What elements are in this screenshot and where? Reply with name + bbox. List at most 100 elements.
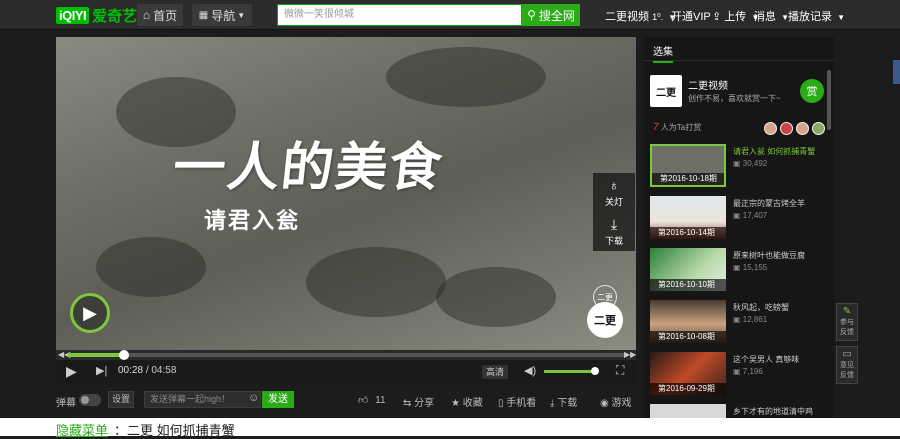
video-frame[interactable]: 一人的美食 请君入瓮 ♁ 关灯 ⤓ 下载 ▶ 二更 二更 [56,37,636,350]
feedback-label: 意见反馈 [840,362,854,379]
episode-title[interactable]: 秋风起，吃螃蟹 [733,302,789,313]
episode-thumbnail[interactable] [650,404,726,418]
episode-item[interactable]: 第2016-10-14期 最正宗的蒙古烤全羊 ▣ 17,407 [650,196,826,240]
messages-menu[interactable]: 消息 ▼ [754,8,789,24]
game-button[interactable]: ◉ 游戏 [600,394,632,409]
like-button[interactable]: 👍︎ 11 [358,394,386,406]
episode-title[interactable]: 这个吴男人 真够味 [733,354,799,365]
search-input[interactable]: 微微一笑很倾城 [277,4,522,26]
channel-card[interactable]: 二更 二更视频 创作不易，喜欢就赏一下~ 赏 [650,75,826,111]
progress-bar[interactable]: ◀◀ ▶▶ [56,350,636,360]
episode-thumbnail[interactable]: 第2016-10-14期 [650,196,726,239]
top-bar: iQIYI 爱奇艺 ⌂ 首页 ▦ 导航 ▼ 微微一笑很倾城 ⚲ 搜全网 二更视频… [0,0,900,30]
episode-view-count: 15,155 [742,263,768,272]
episode-title[interactable]: 最正宗的蒙古烤全羊 [733,198,805,209]
next-button[interactable]: ▶| [96,364,107,377]
phone-icon: ▯ [498,398,504,409]
episode-views: ▣ 7,196 [733,367,763,376]
favorite-button[interactable]: ★ 收藏 [451,394,483,409]
share-button[interactable]: ⇆ 分享 [403,394,434,409]
episode-date: 第2016-10-08期 [650,331,726,343]
star-icon: ★ [451,398,460,409]
channel-avatar[interactable]: 二更 [650,75,682,107]
danmu-send-button[interactable]: 发送 [262,391,294,408]
episode-item[interactable]: 乡下才有的地道清中鸡 [650,404,826,418]
danmu-settings-button[interactable]: 设置 [108,391,134,408]
upload-menu[interactable]: ⇪ 上传 ▼ [712,8,759,24]
hidden-menu-link[interactable]: 隐藏菜单 [56,420,108,439]
episode-item[interactable]: 第2016-10-18期 请君入瓮 如何抓捕青蟹 ▣ 30,492 [650,144,826,188]
play-icon: ▶ [83,302,97,323]
participate-label: 参与反馈 [840,319,854,336]
volume-fill [544,370,596,373]
episode-thumbnail[interactable]: 第2016-10-18期 [650,144,726,187]
home-button[interactable]: ⌂ 首页 [137,4,183,26]
chat-icon: ▭ [842,349,852,360]
search-button[interactable]: ⚲ 搜全网 [522,4,580,26]
episode-item[interactable]: 第2016-09-29期 这个吴男人 真够味 ▣ 7,196 [650,352,826,396]
episode-title[interactable]: 乡下才有的地道清中鸡 [733,406,813,417]
history-label: 播放记录 [788,11,832,23]
danmu-input[interactable]: 发送弹幕一起high！ [144,391,261,408]
tab-episodes[interactable]: 选集 [653,43,673,63]
episode-item[interactable]: 第2016-10-08期 秋风起，吃螃蟹 ▣ 12,861 [650,300,826,344]
episode-views: ▣ 15,155 [733,263,768,272]
avatar[interactable] [812,122,825,135]
episode-sidebar: 选集 二更 二更视频 创作不易，喜欢就赏一下~ 赏 7 人为Ta打赏 第2016… [644,37,834,418]
avatar[interactable] [796,122,809,135]
feedback-button[interactable]: ▭ 意见反馈 [836,346,858,384]
episode-thumbnail[interactable]: 第2016-09-29期 [650,352,726,395]
bulb-icon: ♁ [608,176,620,193]
iqiyi-logo[interactable]: iQIYI 爱奇艺 [56,5,137,25]
volume-slider[interactable] [544,367,600,375]
home-icon: ⌂ [142,8,151,22]
big-play-button[interactable]: ▶ [70,293,110,333]
below-player-strip: 隐藏菜单 ：二更 如何抓捕青蟹 [0,418,900,439]
search-icon: ⚲ [527,8,536,22]
episode-item[interactable]: 第2016-10-10期 原来树叶也能做豆腐 ▣ 15,155 [650,248,826,292]
fullscreen-icon[interactable]: ⛶ [616,363,624,378]
play-button[interactable]: ▶ [66,363,77,380]
vip-link[interactable]: 开通VIP [671,8,711,24]
upload-label: 上传 [724,11,747,23]
volume-handle[interactable] [591,367,600,375]
forward-arrow-icon[interactable]: ▶▶ [624,350,636,360]
episode-date: 第2016-09-29期 [650,383,726,395]
quality-button[interactable]: 高清 [482,365,508,379]
episode-title[interactable]: 原来树叶也能做豆腐 [733,250,805,261]
episode-view-count: 17,407 [742,211,768,220]
history-menu[interactable]: 播放记录 ▼ [788,8,845,24]
sidebar-scrollbar[interactable] [827,70,831,130]
download-action-button[interactable]: ⤓ 下载 [550,394,577,409]
download-icon: ⤓ [550,398,555,409]
player-side-tools: ♁ 关灯 ⤓ 下载 [593,173,635,251]
episode-thumbnail[interactable]: 第2016-10-08期 [650,300,726,343]
avatar[interactable] [780,122,793,135]
download-button[interactable]: ⤓ 下载 [593,212,635,251]
progress-handle[interactable] [118,350,129,360]
reward-button[interactable]: 赏 [800,79,824,103]
logo-text: 爱奇艺 [92,7,138,25]
phone-button[interactable]: ▯ 手机看 [498,394,536,409]
lights-off-button[interactable]: ♁ 关灯 [593,173,635,212]
episode-thumbnail[interactable]: 第2016-10-10期 [650,248,726,291]
guide-menu[interactable]: ▦ 导航 ▼ [192,4,252,26]
progress-track[interactable] [68,350,624,360]
logo-mark: iQIYI [56,6,90,24]
episode-view-count: 30,492 [742,159,768,168]
user-menu[interactable]: 二更视频 1⁰. ▼ [605,8,676,24]
channel-name[interactable]: 二更视频 [688,77,728,92]
chevron-down-icon: ▼ [837,13,845,22]
guide-label: 导航 [211,8,236,23]
game-label: 游戏 [611,398,632,409]
participate-feedback-button[interactable]: ✎ 参与反馈 [836,303,858,341]
side-tab[interactable] [893,60,900,84]
watermark-logo: 二更 [587,302,623,338]
video-player: 一人的美食 请君入瓮 ♁ 关灯 ⤓ 下载 ▶ 二更 二更 ◀◀ ▶▶ ▶ ▶| [56,37,636,384]
episode-title[interactable]: 请君入瓮 如何抓捕青蟹 [733,146,815,157]
danmu-toggle[interactable] [79,394,101,406]
volume-icon[interactable]: ◀) [524,364,536,377]
avatar[interactable] [764,122,777,135]
share-label: 分享 [414,398,435,409]
emoji-icon[interactable]: ☺ [248,392,259,404]
